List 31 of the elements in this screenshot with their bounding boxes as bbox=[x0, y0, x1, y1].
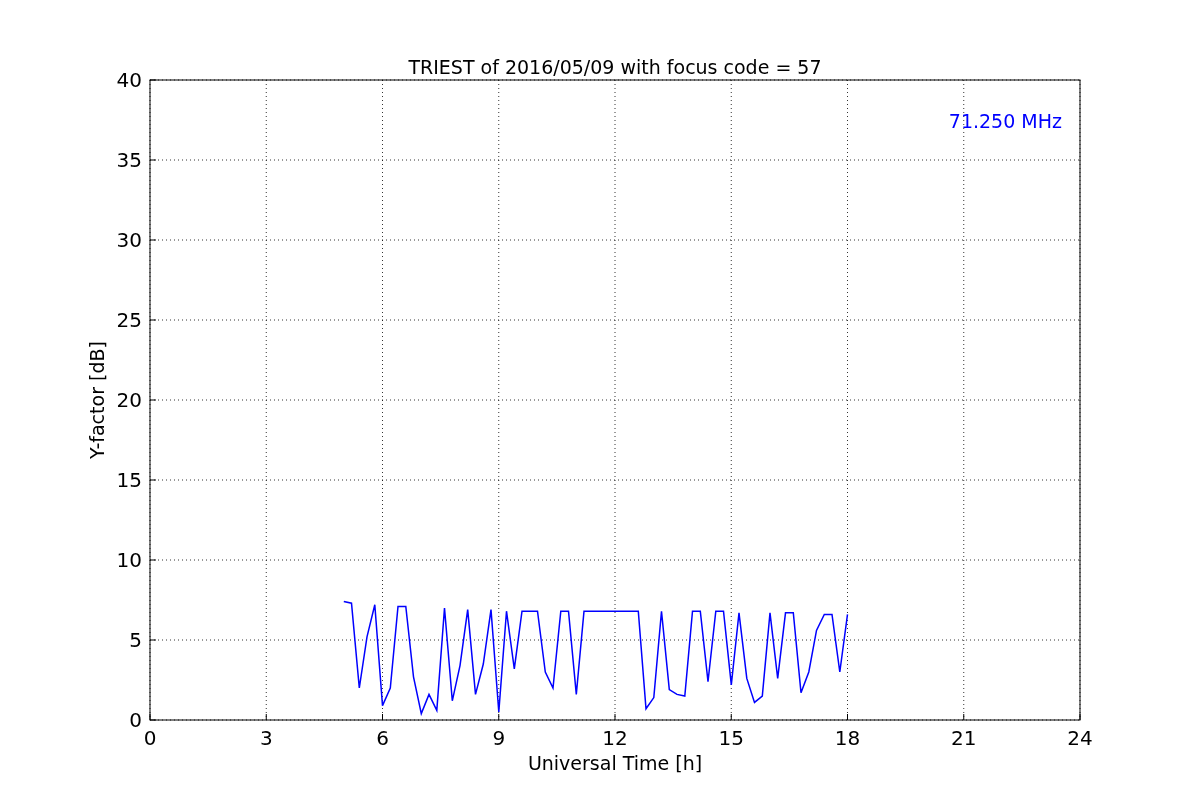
tick-label: 15 bbox=[116, 468, 142, 492]
tick-mark bbox=[149, 479, 157, 481]
tick-label: 18 bbox=[834, 726, 861, 750]
y-axis-label: Y-factor [dB] bbox=[86, 341, 108, 459]
tick-mark bbox=[149, 639, 157, 641]
tick-label: 20 bbox=[116, 388, 142, 412]
tick-label: 35 bbox=[116, 148, 142, 172]
tick-mark bbox=[149, 159, 157, 161]
tick-mark bbox=[149, 399, 157, 401]
tick-label: 3 bbox=[259, 726, 273, 750]
tick-label: 0 bbox=[129, 708, 142, 732]
tick-mark bbox=[149, 319, 157, 321]
tick-label: 9 bbox=[492, 726, 506, 750]
tick-label: 21 bbox=[951, 726, 977, 750]
tick-label: 12 bbox=[602, 726, 628, 750]
x-axis-label: Universal Time [h] bbox=[527, 752, 703, 774]
tick-mark bbox=[149, 79, 157, 81]
tick-mark bbox=[1079, 713, 1081, 721]
tick-label: 40 bbox=[116, 68, 142, 92]
tick-mark bbox=[149, 559, 157, 561]
tick-label: 6 bbox=[376, 726, 389, 750]
chart-title: TRIEST of 2016/05/09 with focus code = 57 bbox=[408, 56, 822, 78]
tick-label: 24 bbox=[1067, 726, 1093, 750]
tick-label: 5 bbox=[129, 628, 142, 652]
tick-label: 30 bbox=[116, 228, 142, 252]
tick-label: 15 bbox=[718, 726, 744, 750]
tick-label: 10 bbox=[116, 548, 142, 572]
tick-mark bbox=[149, 239, 157, 241]
tick-label: 0 bbox=[143, 726, 157, 750]
series-label: 71.250 MHz bbox=[948, 110, 1062, 132]
tick-label: 25 bbox=[116, 308, 142, 332]
